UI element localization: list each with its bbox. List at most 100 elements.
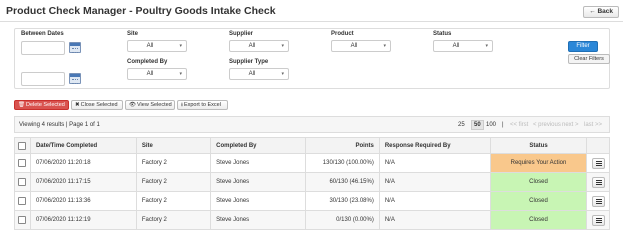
row-response-required: N/A (378, 191, 491, 211)
chevron-down-icon: ▾ (485, 43, 488, 49)
site-select[interactable]: All ▾ (127, 40, 187, 52)
table-row[interactable]: 07/06/2020 11:12:19 Factory 2 Steve Jone… (14, 210, 610, 230)
supplier-type-label: Supplier Type (229, 59, 269, 65)
filter-panel: Between Dates Site All ▾ Supplier All ▾ … (14, 28, 610, 89)
hamburger-menu-icon[interactable] (591, 157, 605, 169)
next-page-link[interactable]: next > (562, 120, 579, 130)
row-site: Factory 2 (135, 153, 212, 173)
table-header-row: Date/Time Completed Site Completed By Po… (14, 137, 610, 154)
row-select-cell (14, 172, 31, 192)
supplier-label: Supplier (229, 31, 254, 37)
results-info-bar: Viewing 4 results | Page 1 of 1 25 50 10… (14, 116, 610, 133)
row-checkbox[interactable] (18, 216, 27, 224)
x-icon: ✖ (75, 102, 80, 108)
close-selected-label: Close Selected (80, 102, 118, 108)
pager: 25 50 100 | << first < previous next > l… (458, 120, 603, 131)
filter-button[interactable]: Filter (568, 41, 598, 52)
site-select-value: All (146, 43, 154, 49)
export-excel-button[interactable]: ⭳Export to Excel (177, 100, 228, 110)
trash-icon: 🗑 (18, 102, 25, 108)
row-select-cell (14, 191, 31, 211)
table-row[interactable]: 07/06/2020 11:20:18 Factory 2 Steve Jone… (14, 153, 610, 173)
view-selected-button[interactable]: 👁View Selected (125, 100, 175, 110)
row-points: 60/130 (46.15%) (304, 172, 380, 192)
product-select-value: All (350, 43, 358, 49)
delete-selected-button[interactable]: 🗑Delete Selected (14, 100, 69, 110)
col-site[interactable]: Site (135, 137, 212, 154)
clear-filters-button[interactable]: Clear Filters (568, 54, 610, 64)
supplier-type-select[interactable]: All ▾ (229, 68, 289, 80)
close-selected-button[interactable]: ✖Close Selected (71, 100, 123, 110)
results-count: Viewing 4 results | Page 1 of 1 (19, 122, 100, 128)
pager-separator: | (502, 122, 504, 128)
row-response-required: N/A (378, 153, 491, 173)
status-select[interactable]: All ▾ (433, 40, 493, 52)
page-size-50[interactable]: 50 (471, 120, 484, 130)
row-checkbox[interactable] (18, 178, 27, 186)
hamburger-menu-icon[interactable] (591, 176, 605, 188)
col-actions (586, 137, 610, 154)
product-label: Product (331, 31, 354, 37)
row-site: Factory 2 (135, 210, 212, 230)
supplier-select-value: All (248, 43, 256, 49)
product-select[interactable]: All ▾ (331, 40, 391, 52)
chevron-down-icon: ▾ (179, 71, 182, 77)
select-all-checkbox[interactable] (18, 141, 27, 150)
page-title: Product Check Manager - Poultry Goods In… (6, 5, 276, 17)
chevron-down-icon: ▾ (281, 71, 284, 77)
row-points: 30/130 (23.08%) (304, 191, 380, 211)
date-to-input[interactable] (21, 72, 65, 86)
between-dates-label: Between Dates (21, 31, 64, 37)
row-checkbox[interactable] (18, 159, 27, 167)
row-actions-cell (586, 191, 610, 211)
status-badge: Requires Your Action (489, 153, 588, 173)
completed-by-select-value: All (146, 71, 154, 77)
select-all-cell (14, 137, 31, 154)
col-points[interactable]: Points (304, 137, 380, 154)
row-date: 07/06/2020 11:17:15 (29, 172, 137, 192)
last-page-link[interactable]: last >> (584, 120, 602, 130)
page-header: Product Check Manager - Poultry Goods In… (0, 0, 623, 22)
row-completed-by: Steve Jones (210, 153, 306, 173)
chevron-down-icon: ▾ (179, 43, 182, 49)
hamburger-menu-icon[interactable] (591, 195, 605, 207)
supplier-type-select-value: All (248, 71, 256, 77)
previous-page-link[interactable]: < previous (533, 120, 561, 130)
results-table: Date/Time Completed Site Completed By Po… (14, 137, 610, 230)
col-response-required[interactable]: Response Required By (378, 137, 491, 154)
first-page-link[interactable]: << first (510, 120, 528, 130)
row-actions-cell (586, 153, 610, 173)
status-select-value: All (452, 43, 460, 49)
date-from-input[interactable] (21, 41, 65, 55)
supplier-select[interactable]: All ▾ (229, 40, 289, 52)
row-actions-cell (586, 172, 610, 192)
page-size-25[interactable]: 25 (458, 120, 465, 130)
row-checkbox[interactable] (18, 197, 27, 205)
row-select-cell (14, 210, 31, 230)
row-completed-by: Steve Jones (210, 172, 306, 192)
table-row[interactable]: 07/06/2020 11:17:15 Factory 2 Steve Jone… (14, 172, 610, 192)
row-date: 07/06/2020 11:13:36 (29, 191, 137, 211)
col-status[interactable]: Status (489, 137, 588, 154)
calendar-icon[interactable] (69, 73, 81, 84)
row-date: 07/06/2020 11:20:18 (29, 153, 137, 173)
row-actions-cell (586, 210, 610, 230)
view-selected-label: View Selected (136, 102, 172, 108)
table-row[interactable]: 07/06/2020 11:13:36 Factory 2 Steve Jone… (14, 191, 610, 211)
delete-selected-label: Delete Selected (25, 102, 65, 108)
completed-by-select[interactable]: All ▾ (127, 68, 187, 80)
download-icon: ⭳ (181, 102, 183, 108)
page-size-100[interactable]: 100 (486, 120, 496, 130)
row-points: 130/130 (100.00%) (304, 153, 380, 173)
row-response-required: N/A (378, 172, 491, 192)
calendar-icon[interactable] (69, 42, 81, 53)
hamburger-menu-icon[interactable] (591, 214, 605, 226)
col-completed-by[interactable]: Completed By (210, 137, 306, 154)
col-date[interactable]: Date/Time Completed (29, 137, 137, 154)
chevron-down-icon: ▾ (281, 43, 284, 49)
completed-by-label: Completed By (127, 59, 168, 65)
row-site: Factory 2 (135, 191, 212, 211)
row-response-required: N/A (378, 210, 491, 230)
row-points: 0/130 (0.00%) (304, 210, 380, 230)
back-button[interactable]: ← Back (583, 6, 619, 18)
